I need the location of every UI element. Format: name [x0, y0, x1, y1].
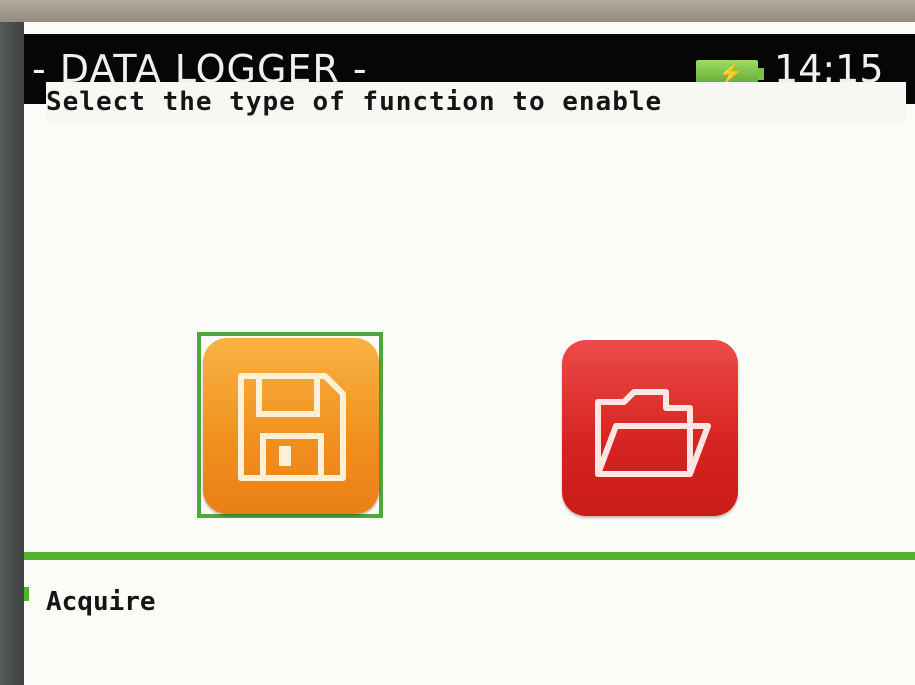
- status-marker: [24, 587, 29, 601]
- status-divider: [24, 552, 915, 560]
- instruction-text: Select the type of function to enable: [46, 82, 906, 122]
- device-bezel-left: [0, 22, 24, 685]
- selected-function-label: Acquire: [46, 587, 156, 617]
- device-housing-top: [0, 0, 915, 22]
- floppy-disk-icon: [238, 373, 346, 481]
- open-function-button[interactable]: [562, 340, 738, 516]
- folder-open-icon: [595, 389, 711, 477]
- acquire-function-button[interactable]: [203, 338, 379, 514]
- device-screen: - DATA LOGGER - ⚡ 14:15 Select the type …: [24, 22, 915, 685]
